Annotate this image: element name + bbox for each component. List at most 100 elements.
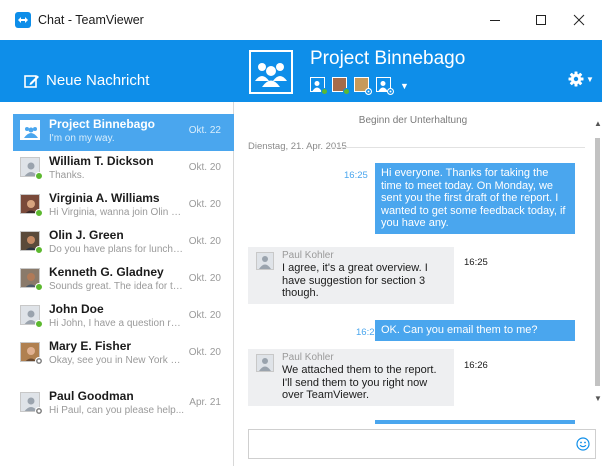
participant-avatar[interactable] bbox=[332, 77, 350, 95]
conversation-header: Project Binnebago ▼ ▼ bbox=[234, 40, 602, 102]
avatar bbox=[20, 392, 43, 415]
composer bbox=[235, 424, 602, 466]
new-message-label: Neue Nachricht bbox=[46, 72, 150, 89]
contact-preview: Sounds great. The idea for the... bbox=[49, 281, 186, 292]
close-icon bbox=[573, 14, 585, 26]
new-message-button[interactable]: Neue Nachricht bbox=[24, 72, 149, 89]
contact-item-john-doe[interactable]: John Doe Hi John, I have a question reg.… bbox=[13, 299, 234, 336]
contact-name: Kenneth G. Gladney bbox=[49, 265, 164, 279]
conversation-scrollbar[interactable]: ▲ ▼ bbox=[592, 114, 602, 414]
message-input[interactable] bbox=[248, 429, 596, 459]
conversation-start-label: Beginn der Unterhaltung bbox=[358, 115, 468, 126]
message-time: 16:26 bbox=[464, 360, 488, 371]
contact-item-william-t-dickson[interactable]: William T. Dickson Thanks. Okt. 20 bbox=[13, 151, 234, 188]
settings-button[interactable]: ▼ bbox=[568, 71, 594, 87]
maximize-icon bbox=[536, 15, 546, 25]
emoji-button[interactable] bbox=[576, 437, 590, 456]
message-history: Beginn der Unterhaltung Dienstag, 21. Ap… bbox=[235, 102, 602, 424]
avatar bbox=[20, 231, 43, 254]
conversation-title: Project Binnebago bbox=[310, 48, 466, 69]
chevron-down-icon[interactable]: ▼ bbox=[400, 81, 409, 91]
contact-date: Okt. 20 bbox=[188, 199, 221, 210]
online-status-icon bbox=[35, 283, 43, 291]
participant-avatar[interactable] bbox=[376, 77, 394, 95]
contact-name: John Doe bbox=[49, 302, 104, 316]
contact-item-project-binnebago[interactable]: Project Binnebago I'm on my way. Okt. 22 bbox=[13, 114, 234, 151]
contact-date: Apr. 21 bbox=[189, 397, 221, 408]
avatar bbox=[20, 120, 42, 142]
title-bar: Chat - TeamViewer bbox=[0, 0, 602, 40]
avatar bbox=[20, 342, 43, 365]
online-status-icon bbox=[343, 88, 350, 95]
contact-item-olin-j-green[interactable]: Olin J. Green Do you have plans for lunc… bbox=[13, 225, 234, 262]
outgoing-message: OK. Can you email them to me? bbox=[375, 320, 575, 341]
avatar bbox=[256, 252, 274, 270]
window-title: Chat - TeamViewer bbox=[38, 13, 144, 27]
offline-status-icon bbox=[35, 357, 43, 365]
contact-list: Project Binnebago I'm on my way. Okt. 22… bbox=[0, 102, 234, 466]
contact-name: William T. Dickson bbox=[49, 154, 154, 168]
group-avatar-icon bbox=[249, 50, 293, 94]
sidebar-header: Neue Nachricht bbox=[0, 40, 234, 102]
avatar bbox=[20, 268, 43, 291]
contact-date: Okt. 20 bbox=[188, 273, 221, 284]
message-text: We attached them to the report. I'll sen… bbox=[282, 364, 437, 401]
online-status-icon bbox=[35, 320, 43, 328]
compose-icon bbox=[24, 74, 39, 88]
scrollbar-thumb[interactable] bbox=[595, 138, 600, 386]
participant-avatar[interactable] bbox=[354, 77, 372, 95]
offline-status-icon bbox=[387, 88, 394, 95]
incoming-message: Paul Kohler I agree, it's a great overvi… bbox=[248, 247, 454, 304]
contact-item-virginia-a-williams[interactable]: Virginia A. Williams Hi Virginia, wanna … bbox=[13, 188, 234, 225]
offline-status-icon bbox=[35, 407, 43, 415]
day-separator-line bbox=[331, 147, 585, 148]
contact-name: Mary E. Fisher bbox=[49, 339, 132, 353]
avatar bbox=[20, 305, 43, 328]
contact-date: Okt. 22 bbox=[188, 125, 221, 136]
contact-item-paul-goodman[interactable]: Paul Goodman Hi Paul, can you please hel… bbox=[13, 386, 234, 423]
scroll-down-icon[interactable]: ▼ bbox=[594, 394, 602, 403]
chevron-down-icon: ▼ bbox=[586, 74, 594, 84]
contact-name: Virginia A. Williams bbox=[49, 191, 160, 205]
avatar bbox=[20, 157, 43, 180]
contact-item-kenneth-g-gladney[interactable]: Kenneth G. Gladney Sounds great. The ide… bbox=[13, 262, 234, 299]
participant-avatar[interactable] bbox=[310, 77, 328, 95]
online-status-icon bbox=[35, 209, 43, 217]
contact-date: Okt. 20 bbox=[188, 236, 221, 247]
smiley-icon bbox=[576, 437, 590, 451]
incoming-message: Paul Kohler We attached them to the repo… bbox=[248, 349, 454, 406]
avatar bbox=[256, 354, 274, 372]
contact-preview: Hi Paul, can you please help... bbox=[49, 405, 185, 416]
message-time: 16:25 bbox=[464, 257, 488, 268]
contact-preview: Hi Virginia, wanna join Olin an... bbox=[49, 207, 186, 218]
contact-preview: Do you have plans for lunch?... bbox=[49, 244, 186, 255]
contact-date: Okt. 20 bbox=[188, 162, 221, 173]
message-time: 16:25 bbox=[344, 170, 368, 181]
message-text: I agree, it's a great overview. I have s… bbox=[282, 262, 428, 299]
message-sender: Paul Kohler bbox=[282, 250, 334, 261]
close-button[interactable] bbox=[556, 0, 602, 40]
contact-date: Okt. 20 bbox=[188, 347, 221, 358]
contact-date: Okt. 20 bbox=[188, 310, 221, 321]
contact-name: Paul Goodman bbox=[49, 389, 134, 403]
contact-preview: I'm on my way. bbox=[49, 133, 115, 144]
message-sender: Paul Kohler bbox=[282, 352, 334, 363]
contact-preview: Hi John, I have a question reg... bbox=[49, 318, 186, 329]
contact-item-mary-e-fisher[interactable]: Mary E. Fisher Okay, see you in New York… bbox=[13, 336, 234, 373]
scroll-up-icon[interactable]: ▲ bbox=[594, 119, 602, 128]
minimize-button[interactable] bbox=[472, 0, 518, 40]
outgoing-message: Hi everyone. Thanks for taking the time … bbox=[375, 163, 575, 234]
minimize-icon bbox=[490, 20, 500, 21]
teamviewer-icon bbox=[15, 12, 31, 28]
contact-preview: Thanks. bbox=[49, 170, 85, 181]
online-status-icon bbox=[321, 88, 328, 95]
online-status-icon bbox=[35, 172, 43, 180]
gear-icon bbox=[568, 71, 584, 87]
avatar bbox=[20, 194, 43, 217]
online-status-icon bbox=[35, 246, 43, 254]
offline-status-icon bbox=[365, 88, 372, 95]
contact-name: Project Binnebago bbox=[49, 117, 156, 131]
participant-list: ▼ bbox=[310, 77, 409, 95]
contact-name: Olin J. Green bbox=[49, 228, 124, 242]
contact-preview: Okay, see you in New York ne... bbox=[49, 355, 186, 366]
